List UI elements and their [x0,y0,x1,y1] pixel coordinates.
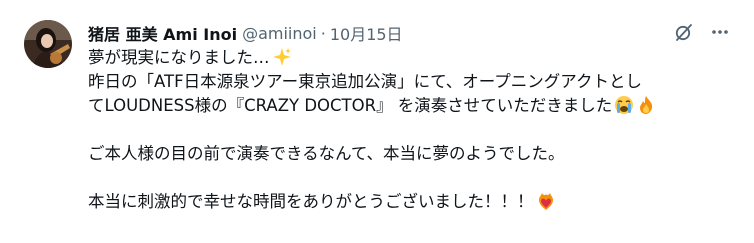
tweet-text: 夢が現実になりました… 昨日の「ATF日本源泉ツアー東京追加公演」にて、オープニ… [88,46,738,214]
crying-face-emoji-icon [614,95,634,115]
tweet-line: てLOUDNESS様の『CRAZY DOCTOR』 を演奏させていただきました [88,94,738,118]
tweet: 猪居 亜美 Ami Inoi @amiinoi · 10月15日 夢が現実になり… [0,0,754,243]
grok-button[interactable] [670,20,698,48]
tweet-header: 猪居 亜美 Ami Inoi @amiinoi · 10月15日 [88,21,403,45]
tweet-actions [670,20,734,48]
avatar[interactable] [24,20,72,68]
tweet-line: 本当に刺激的で幸せな時間をありがとうございました！！！ [88,190,738,214]
fire-emoji-icon [636,95,656,115]
tweet-line-text: てLOUDNESS様の『CRAZY DOCTOR』 を演奏させていただきました [88,96,613,115]
tweet-timestamp[interactable]: 10月15日 [330,21,403,45]
user-handle[interactable]: @amiinoi [242,24,317,43]
tweet-line: 夢が現実になりました… [88,46,738,70]
sparkles-emoji-icon [272,47,292,67]
more-button[interactable] [706,20,734,48]
grok-icon [674,22,694,46]
more-icon [710,22,730,46]
tweet-line-text: 夢が現実になりました… [88,48,270,67]
heart-on-fire-emoji-icon [536,191,556,211]
display-name[interactable]: 猪居 亜美 Ami Inoi [88,21,237,45]
tweet-line: ご本人様の目の前で演奏できるなんて、本当に夢のようでした。 [88,144,565,163]
tweet-line: 昨日の「ATF日本源泉ツアー東京追加公演」にて、オープニングアクトとし [88,72,642,91]
separator-dot: · [320,23,326,43]
tweet-line-text: 本当に刺激的で幸せな時間をありがとうございました！！！ [88,192,534,211]
